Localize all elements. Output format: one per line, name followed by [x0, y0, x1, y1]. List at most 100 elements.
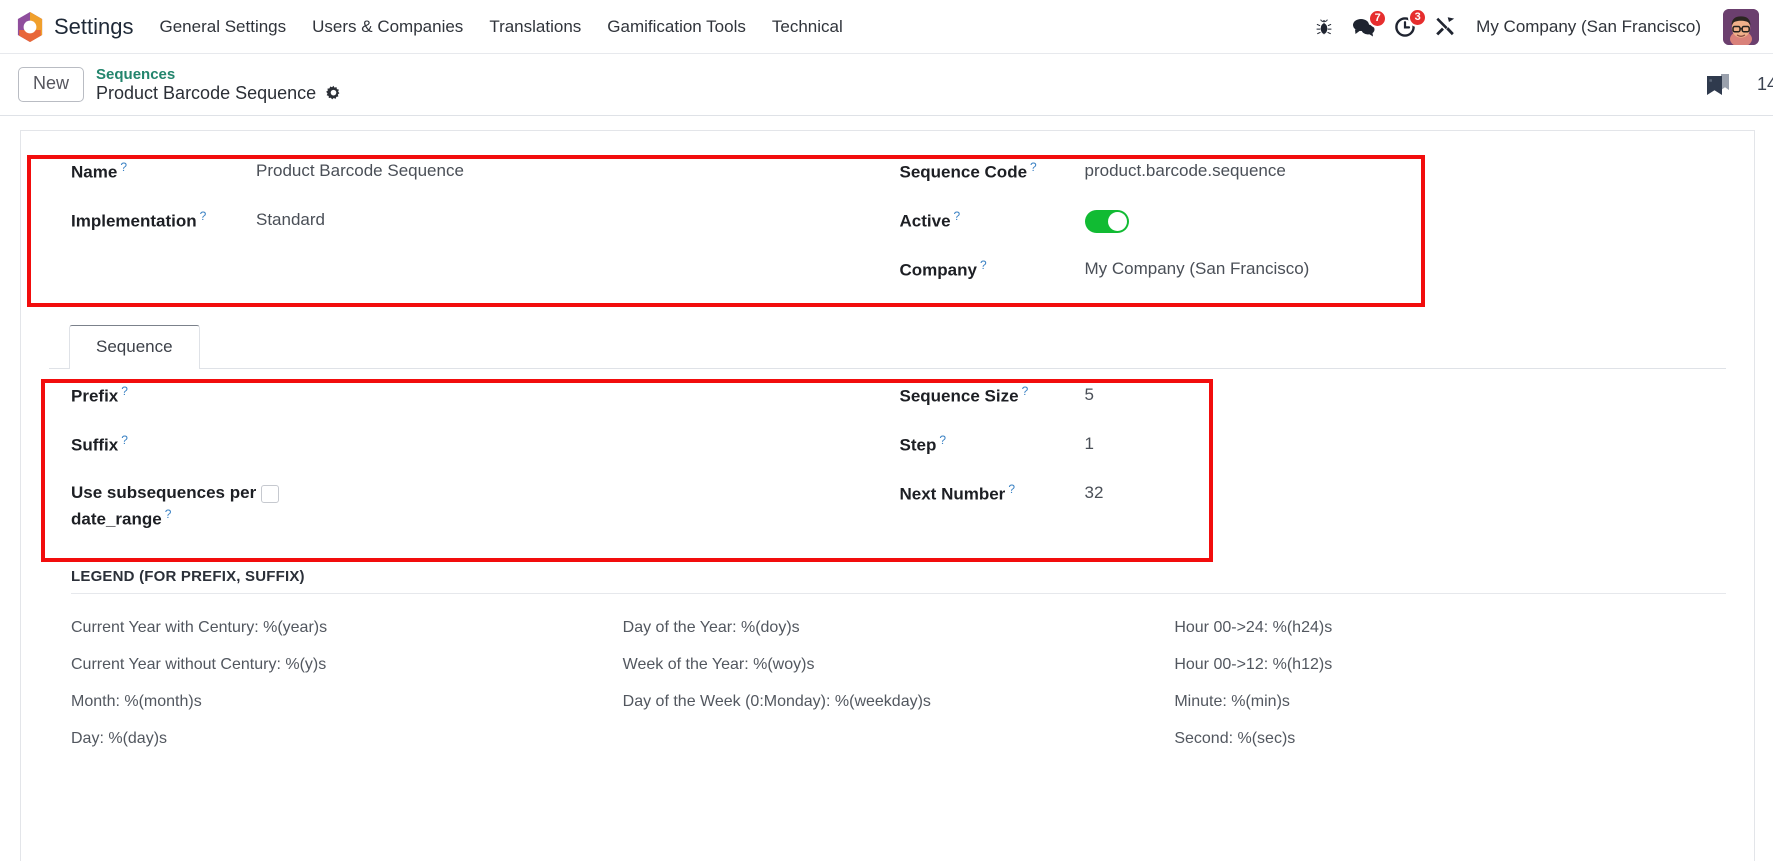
legend-item: Second: %(sec)s — [1174, 729, 1296, 747]
field-name-help-icon[interactable]: ? — [120, 160, 127, 174]
legend-item: Week of the Year: %(woy)s — [622, 655, 815, 673]
menu-item-users-companies[interactable]: Users & Companies — [312, 13, 463, 41]
form-sheet: Name? Product Barcode Sequence Implement… — [20, 130, 1755, 861]
menu-item-technical[interactable]: Technical — [772, 13, 843, 41]
field-name-label: Name? — [71, 157, 256, 185]
field-sequence-code: Sequence Code? product.barcode.sequence — [888, 157, 1727, 206]
main-menu: General Settings Users & Companies Trans… — [160, 13, 843, 41]
page-title: Product Barcode Sequence — [96, 82, 317, 103]
gear-icon[interactable] — [325, 85, 342, 102]
menu-item-general-settings[interactable]: General Settings — [160, 13, 287, 41]
control-panel: New Sequences Product Barcode Sequence 1… — [0, 54, 1773, 116]
field-next-number-label-text: Next Number — [899, 484, 1006, 504]
field-active: Active? — [888, 206, 1727, 255]
breadcrumb-item-sequences[interactable]: Sequences — [96, 66, 342, 83]
menu-item-gamification-tools[interactable]: Gamification Tools — [607, 13, 746, 41]
record-pager[interactable]: 14 / — [1757, 74, 1773, 95]
field-prefix-label: Prefix? — [71, 381, 256, 409]
field-active-help-icon[interactable]: ? — [954, 209, 961, 223]
breadcrumb: Sequences Product Barcode Sequence — [96, 66, 342, 104]
field-suffix-value[interactable] — [256, 430, 888, 452]
legend-item: Hour 00->24: %(h24)s — [1174, 618, 1333, 636]
legend-column-1: Current Year with Century: %(year)s Curr… — [71, 610, 623, 758]
field-prefix-label-text: Prefix — [71, 386, 119, 406]
tools-icon[interactable] — [1434, 16, 1456, 38]
field-sequence-code-help-icon[interactable]: ? — [1030, 160, 1037, 174]
field-next-number: Next Number? 32 — [888, 479, 1727, 528]
activity-clock-icon[interactable]: 3 — [1394, 7, 1428, 38]
odoo-logo-icon[interactable] — [16, 11, 44, 43]
field-implementation: Implementation? Standard — [49, 206, 888, 255]
sequence-right-column: Sequence Size? 5 Step? 1 Next Number? 32 — [888, 381, 1727, 532]
notebook: Sequence Prefix? Suffix? Use subsequence… — [49, 324, 1726, 758]
field-name: Name? Product Barcode Sequence — [49, 157, 888, 206]
field-next-number-help-icon[interactable]: ? — [1008, 482, 1015, 496]
field-company-value[interactable]: My Company (San Francisco) — [1085, 255, 1727, 282]
field-step: Step? 1 — [888, 430, 1727, 479]
legend-item: Day of the Year: %(doy)s — [622, 618, 800, 636]
legend-columns: Current Year with Century: %(year)s Curr… — [71, 594, 1726, 758]
field-suffix-label: Suffix? — [71, 430, 256, 458]
header-left-column: Name? Product Barcode Sequence Implement… — [49, 157, 888, 304]
field-company-label: Company? — [900, 255, 1085, 283]
use-subsequences-checkbox[interactable] — [261, 485, 279, 503]
bug-icon[interactable] — [1314, 17, 1334, 37]
field-step-label-text: Step — [899, 435, 937, 455]
control-panel-right: 14 / — [1705, 71, 1773, 99]
sequence-left-column: Prefix? Suffix? Use subsequences per dat… — [49, 381, 888, 532]
field-sequence-size-value[interactable]: 5 — [1085, 381, 1727, 408]
app-title[interactable]: Settings — [54, 14, 134, 40]
legend-item: Day: %(day)s — [71, 729, 168, 747]
field-next-number-value[interactable]: 32 — [1085, 479, 1727, 506]
activities-badge: 3 — [1408, 7, 1428, 27]
notebook-tabs: Sequence — [49, 324, 1726, 369]
active-toggle[interactable] — [1084, 210, 1129, 233]
form-view-background: Name? Product Barcode Sequence Implement… — [0, 116, 1773, 861]
field-use-subsequences: Use subsequences per date_range? — [49, 479, 888, 532]
field-suffix-help-icon[interactable]: ? — [121, 433, 128, 447]
legend-item: Month: %(month)s — [71, 692, 202, 710]
user-avatar[interactable] — [1723, 8, 1759, 45]
field-use-subsequences-label: Use subsequences per date_range? — [71, 479, 261, 532]
field-implementation-label: Implementation? — [71, 206, 256, 234]
field-name-label-text: Name — [71, 162, 118, 182]
breadcrumb-current-record: Product Barcode Sequence — [96, 83, 342, 104]
field-sequence-size-label-text: Sequence Size — [899, 386, 1019, 406]
field-company-help-icon[interactable]: ? — [980, 258, 987, 272]
field-sequence-code-label: Sequence Code? — [900, 157, 1085, 185]
field-suffix: Suffix? — [49, 430, 888, 479]
legend-item: Hour 00->12: %(h12)s — [1174, 655, 1333, 673]
field-implementation-value[interactable]: Standard — [256, 206, 888, 233]
field-use-subsequences-help-icon[interactable]: ? — [165, 507, 172, 521]
field-sequence-size-help-icon[interactable]: ? — [1022, 384, 1029, 398]
menu-item-translations[interactable]: Translations — [489, 13, 581, 41]
current-company-label[interactable]: My Company (San Francisco) — [1476, 17, 1701, 37]
field-sequence-size: Sequence Size? 5 — [888, 381, 1727, 430]
messaging-icon[interactable]: 7 — [1352, 8, 1388, 37]
header-right-column: Sequence Code? product.barcode.sequence … — [888, 157, 1727, 304]
legend-item: Day of the Week (0:Monday): %(weekday)s — [622, 692, 931, 710]
new-button[interactable]: New — [18, 67, 85, 102]
legend-item: Current Year without Century: %(y)s — [71, 655, 327, 673]
field-implementation-label-text: Implementation — [71, 211, 197, 231]
legend-section: LEGEND (FOR PREFIX, SUFFIX) Current Year… — [49, 568, 1726, 758]
field-sequence-code-value[interactable]: product.barcode.sequence — [1085, 157, 1727, 184]
save-discard-icon[interactable] — [1705, 71, 1731, 99]
field-active-label-text: Active — [899, 211, 951, 231]
field-use-subsequences-label-text: Use subsequences per date_range — [71, 483, 257, 529]
tab-sequence[interactable]: Sequence — [69, 325, 200, 369]
field-prefix: Prefix? — [49, 381, 888, 430]
field-implementation-help-icon[interactable]: ? — [200, 209, 207, 223]
field-company-label-text: Company — [899, 260, 977, 280]
field-company: Company? My Company (San Francisco) — [888, 255, 1727, 304]
tab-pane-sequence: Prefix? Suffix? Use subsequences per dat… — [49, 369, 1726, 758]
field-suffix-label-text: Suffix — [71, 435, 119, 455]
field-name-value[interactable]: Product Barcode Sequence — [256, 157, 888, 184]
field-prefix-help-icon[interactable]: ? — [121, 384, 128, 398]
legend-item: Minute: %(min)s — [1174, 692, 1290, 710]
messaging-badge: 7 — [1368, 8, 1388, 28]
field-step-value[interactable]: 1 — [1085, 430, 1727, 457]
field-prefix-value[interactable] — [256, 381, 888, 403]
field-step-help-icon[interactable]: ? — [939, 433, 946, 447]
sequence-field-group: Prefix? Suffix? Use subsequences per dat… — [49, 373, 1726, 542]
